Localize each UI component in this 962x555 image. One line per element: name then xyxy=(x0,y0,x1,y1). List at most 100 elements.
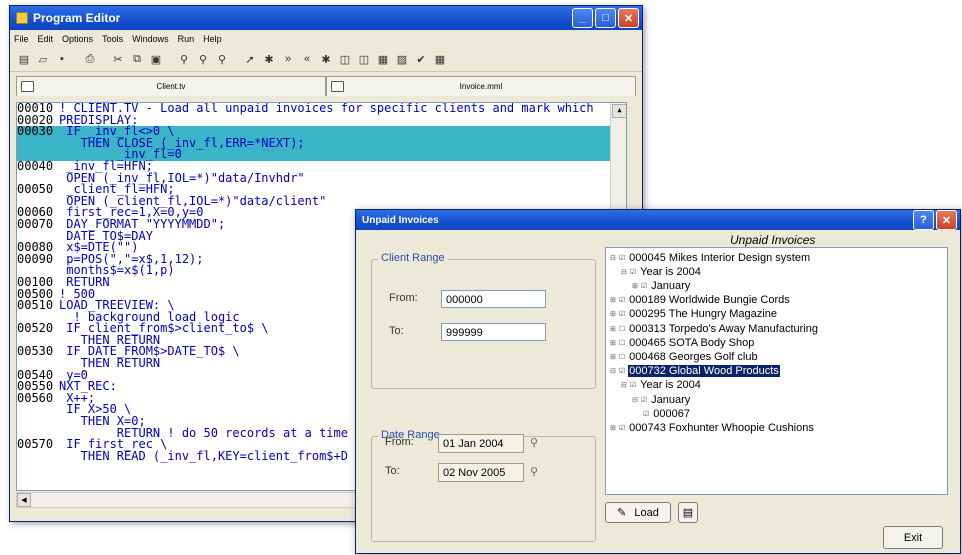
grid-icon[interactable]: ▦ xyxy=(432,51,448,67)
open-folder-icon[interactable]: ▱ xyxy=(35,51,51,67)
help-icon[interactable]: ? xyxy=(913,210,934,230)
new-file-icon[interactable]: ▤ xyxy=(16,51,32,67)
find-icon[interactable]: ⚲ xyxy=(176,51,192,67)
menu-run[interactable]: Run xyxy=(178,34,195,44)
load-button[interactable]: ✎ Load xyxy=(605,502,671,523)
line-number: 00030 xyxy=(17,124,54,139)
tree-title: Unpaid Invoices xyxy=(730,233,816,247)
calendar-pin-icon[interactable]: ⚲ xyxy=(530,436,538,449)
line-text: ! CLIENT.TV - Load all unpaid invoices f… xyxy=(59,102,594,115)
tree-checkbox[interactable]: ☑ xyxy=(619,310,625,318)
menu-help[interactable]: Help xyxy=(203,34,222,44)
calendar-pin-icon[interactable]: ⚲ xyxy=(530,465,538,478)
check-icon[interactable]: ✔ xyxy=(413,51,429,67)
tree-checkbox[interactable]: ☐ xyxy=(619,325,625,333)
expand-icon[interactable]: ⊞ xyxy=(610,353,616,361)
print-icon[interactable]: ⎙ xyxy=(82,51,98,67)
program-editor-titlebar[interactable]: Program Editor _ □ ✕ xyxy=(10,6,642,30)
window-title: Program Editor xyxy=(33,11,121,25)
save-icon[interactable]: ▪ xyxy=(54,51,70,67)
form-icon[interactable]: ▨ xyxy=(394,51,410,67)
paste-icon[interactable]: ▣ xyxy=(148,51,164,67)
breakpoint-icon[interactable]: ✱ xyxy=(318,51,334,67)
client-from-input[interactable]: 000000 xyxy=(441,290,546,308)
back-icon[interactable]: « xyxy=(299,51,315,67)
menu-options[interactable]: Options xyxy=(62,34,93,44)
collapse-icon[interactable]: ⊟ xyxy=(632,396,638,404)
panel-icon[interactable]: ▦ xyxy=(375,51,391,67)
tree-node[interactable]: ⊞ ☑ 000743 Foxhunter Whoopie Cushions xyxy=(610,421,815,434)
date-from-input[interactable]: 01 Jan 2004 xyxy=(438,434,524,453)
run-icon[interactable]: ➚ xyxy=(242,51,258,67)
tree-node[interactable]: ☑ 000067 xyxy=(643,407,691,420)
expand-icon[interactable]: ⊞ xyxy=(610,296,616,304)
expand-icon[interactable]: ⊞ xyxy=(610,424,616,432)
tree-node-label: 000468 Georges Golf club xyxy=(629,350,758,363)
date-to-input[interactable]: 02 Nov 2005 xyxy=(438,463,524,482)
collapse-icon[interactable]: ⊟ xyxy=(610,367,616,375)
menu-tools[interactable]: Tools xyxy=(102,34,123,44)
tree-checkbox[interactable]: ☑ xyxy=(643,410,649,418)
tree-checkbox[interactable]: ☑ xyxy=(619,254,625,262)
tree-node-label: 000067 xyxy=(653,407,690,420)
client-range-legend: Client Range xyxy=(378,252,448,264)
minimize-icon[interactable]: _ xyxy=(572,8,593,28)
tree-node[interactable]: ⊞ ☐ 000313 Torpedo's Away Manufacturing xyxy=(610,322,819,335)
tree-node-label: 000465 SOTA Body Shop xyxy=(629,336,755,349)
line-number xyxy=(17,416,59,428)
tab-client-tv[interactable]: Client.tv xyxy=(16,76,326,96)
tree-node[interactable]: ⊞ ☑ 000295 The Hungry Magazine xyxy=(610,308,778,321)
expand-icon[interactable]: ⊞ xyxy=(610,325,616,333)
collapse-icon[interactable]: ⊟ xyxy=(610,254,616,262)
tree-checkbox[interactable]: ☑ xyxy=(619,296,625,304)
expand-icon[interactable]: ⊞ xyxy=(610,339,616,347)
tree-node[interactable]: ⊟ ☑ January xyxy=(632,393,691,406)
load-icon: ✎ xyxy=(617,507,627,519)
close-icon[interactable]: ✕ xyxy=(618,8,639,28)
step-icon[interactable]: » xyxy=(280,51,296,67)
tree-node[interactable]: ⊞ ☐ 000468 Georges Golf club xyxy=(610,350,759,363)
tree-checkbox[interactable]: ☑ xyxy=(630,268,636,276)
expand-icon[interactable]: ⊞ xyxy=(632,282,638,290)
tree-node[interactable]: ⊞ ☑ January xyxy=(632,279,691,292)
client-to-input[interactable]: 999999 xyxy=(441,323,546,341)
tree-checkbox[interactable]: ☐ xyxy=(619,339,625,347)
app-icon xyxy=(16,12,28,24)
collapse-icon[interactable]: ⊟ xyxy=(621,381,627,389)
replace-icon[interactable]: ⚲ xyxy=(214,51,230,67)
tree-node[interactable]: ⊟ ☑ Year is 2004 xyxy=(621,265,702,278)
expand-icon[interactable]: ⊞ xyxy=(610,310,616,318)
collapse-icon[interactable]: ⊟ xyxy=(621,268,627,276)
invoice-tree[interactable]: ⊟ ☑ 000045 Mikes Interior Design system ⊟ ☑ Y… xyxy=(605,247,948,495)
menu-file[interactable]: File xyxy=(14,34,29,44)
copy-icon[interactable]: ⧉ xyxy=(129,51,145,67)
maximize-icon[interactable]: □ xyxy=(595,8,616,28)
cut-icon[interactable]: ✂ xyxy=(110,51,126,67)
menu-edit[interactable]: Edit xyxy=(38,34,54,44)
exit-button[interactable]: Exit xyxy=(883,526,943,549)
scroll-left-icon[interactable]: ◀ xyxy=(17,493,31,507)
tree-node[interactable]: ⊟ ☑ 000732 Global Wood Products xyxy=(610,365,780,378)
line-number xyxy=(17,404,59,416)
tree-checkbox[interactable]: ☑ xyxy=(630,381,636,389)
find-next-icon[interactable]: ⚲ xyxy=(195,51,211,67)
tree-checkbox[interactable]: ☑ xyxy=(619,367,625,375)
tree-checkbox[interactable]: ☑ xyxy=(641,282,647,290)
tree-node[interactable]: ⊞ ☑ 000189 Worldwide Bungie Cords xyxy=(610,294,791,307)
scroll-up-icon[interactable]: ▲ xyxy=(612,104,626,118)
folder-icon xyxy=(21,81,34,92)
tree-checkbox[interactable]: ☑ xyxy=(619,424,625,432)
window-alt-icon[interactable]: ◫ xyxy=(356,51,372,67)
dialog-titlebar[interactable]: Unpaid Invoices ? ✕ xyxy=(356,210,960,230)
window-icon[interactable]: ◫ xyxy=(337,51,353,67)
tree-node[interactable]: ⊟ ☑ 000045 Mikes Interior Design system xyxy=(610,251,811,264)
tree-checkbox[interactable]: ☐ xyxy=(619,353,625,361)
tree-node[interactable]: ⊞ ☐ 000465 SOTA Body Shop xyxy=(610,336,755,349)
tree-checkbox[interactable]: ☑ xyxy=(641,396,647,404)
preview-button[interactable]: ▤ xyxy=(678,502,698,523)
dialog-close-icon[interactable]: ✕ xyxy=(936,210,957,230)
tree-node[interactable]: ⊟ ☑ Year is 2004 xyxy=(621,379,702,392)
tab-invoice-mml[interactable]: Invoice.mml xyxy=(326,76,636,96)
debug-icon[interactable]: ✱ xyxy=(261,51,277,67)
menu-windows[interactable]: Windows xyxy=(132,34,169,44)
